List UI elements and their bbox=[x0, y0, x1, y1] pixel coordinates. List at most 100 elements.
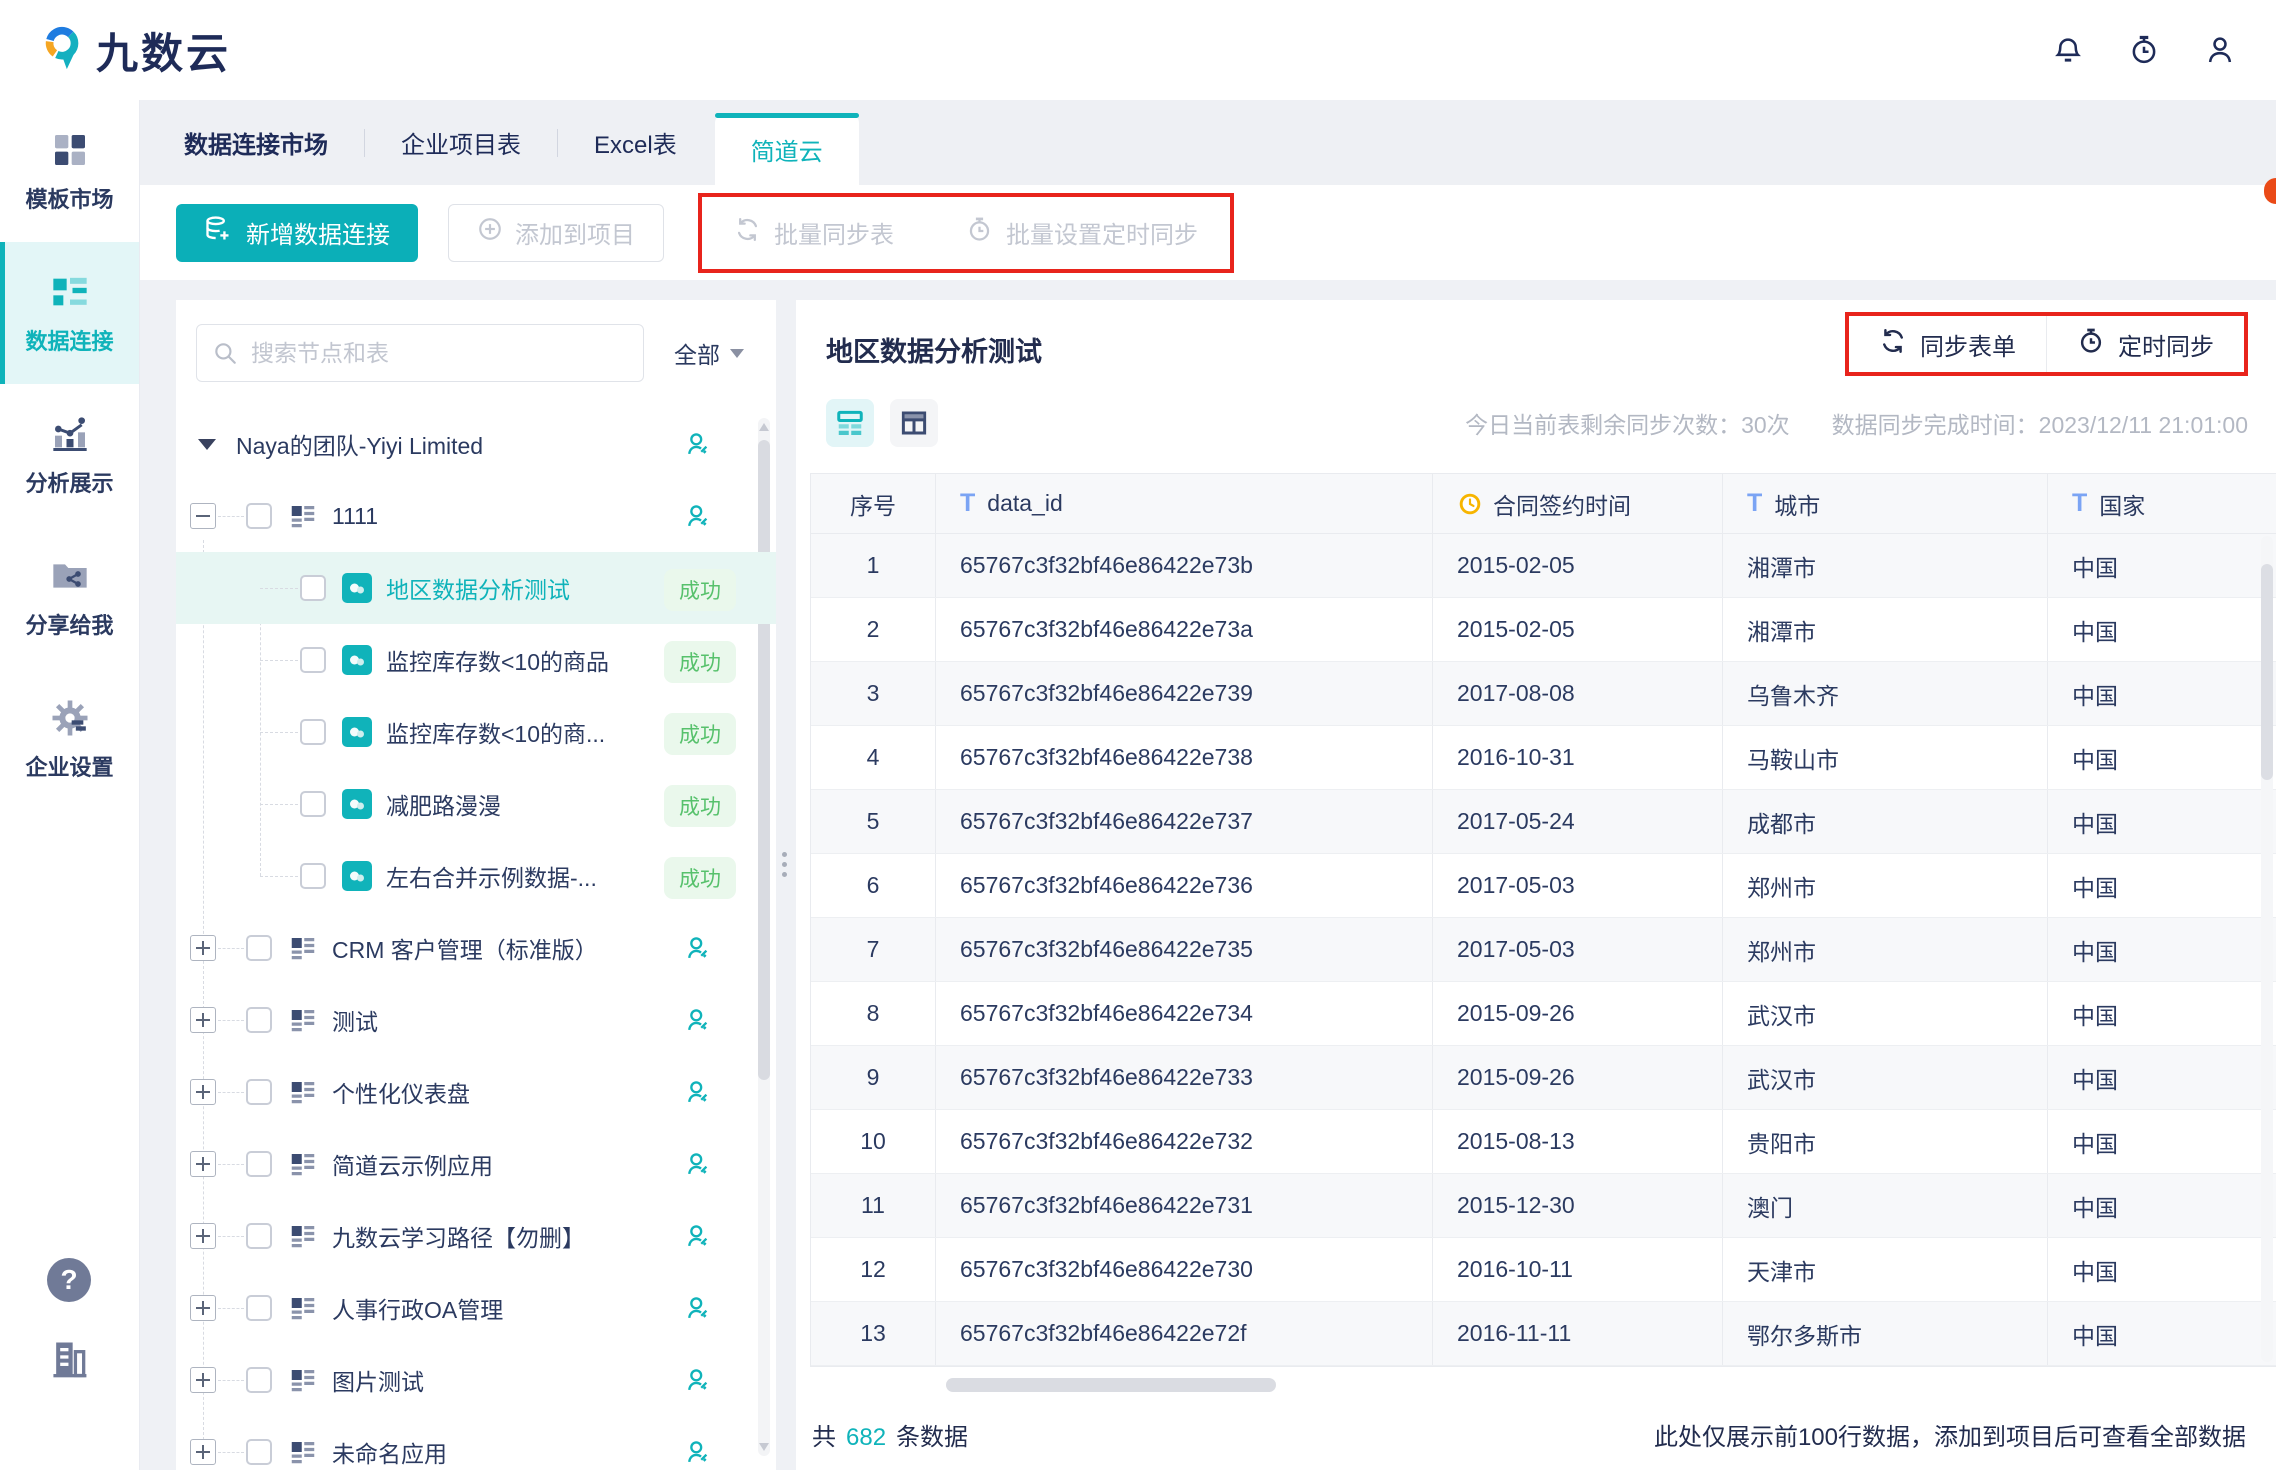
notification-bell-icon[interactable] bbox=[2052, 34, 2084, 66]
batch-sync-table-button[interactable]: 批量同步表 bbox=[734, 215, 894, 250]
form-view-toggle[interactable] bbox=[826, 399, 874, 447]
tree-node-app[interactable]: 九数云学习路径【勿删】 bbox=[176, 1200, 776, 1272]
tree-node-app[interactable]: 人事行政OA管理 bbox=[176, 1272, 776, 1344]
horizontal-scrollbar-thumb[interactable] bbox=[946, 1378, 1276, 1392]
caret-down-icon[interactable] bbox=[198, 439, 216, 450]
cell-city: 贵阳市 bbox=[1723, 1110, 2048, 1173]
node-checkbox[interactable] bbox=[300, 647, 326, 673]
organization-button[interactable] bbox=[0, 1337, 138, 1386]
collapse-minus-icon[interactable] bbox=[190, 503, 216, 529]
node-checkbox[interactable] bbox=[300, 863, 326, 889]
node-checkbox[interactable] bbox=[246, 1439, 272, 1465]
tree-node-form[interactable]: 减肥路漫漫 成功 bbox=[176, 768, 776, 840]
column-header-city[interactable]: T城市 bbox=[1723, 474, 2048, 533]
tree-node-form-selected[interactable]: 地区数据分析测试 成功 bbox=[176, 552, 776, 624]
node-checkbox[interactable] bbox=[246, 1007, 272, 1033]
cell-data-id: 65767c3f32bf46e86422e733 bbox=[936, 1046, 1433, 1109]
tree-node-form[interactable]: 监控库存数<10的商品 成功 bbox=[176, 624, 776, 696]
node-checkbox[interactable] bbox=[246, 1151, 272, 1177]
expand-plus-icon[interactable] bbox=[190, 1151, 216, 1177]
cell-city: 湘潭市 bbox=[1723, 534, 2048, 597]
cell-data-id: 65767c3f32bf46e86422e732 bbox=[936, 1110, 1433, 1173]
expand-plus-icon[interactable] bbox=[190, 1007, 216, 1033]
sync-form-label: 同步表单 bbox=[1920, 327, 2016, 362]
table-view-toggle[interactable] bbox=[890, 399, 938, 447]
tree-node-form[interactable]: 左右合并示例数据-... 成功 bbox=[176, 840, 776, 912]
tab-excel-table[interactable]: Excel表 bbox=[586, 125, 685, 160]
tree-node-app[interactable]: 简道云示例应用 bbox=[176, 1128, 776, 1200]
text-field-icon: T bbox=[1747, 489, 1762, 518]
permission-key-icon[interactable] bbox=[684, 1366, 712, 1394]
cell-country: 中国 bbox=[2048, 1046, 2276, 1109]
user-account-icon[interactable] bbox=[2204, 34, 2236, 66]
column-header-country[interactable]: T国家 bbox=[2048, 474, 2276, 533]
tree-node-app[interactable]: 个性化仪表盘 bbox=[176, 1056, 776, 1128]
filter-dropdown[interactable]: 全部 bbox=[674, 336, 758, 370]
column-header-contract-date[interactable]: 合同签约时间 bbox=[1433, 474, 1723, 533]
node-checkbox[interactable] bbox=[300, 719, 326, 745]
node-checkbox[interactable] bbox=[246, 1295, 272, 1321]
sidebar-item-data-connection[interactable]: 数据连接 bbox=[0, 242, 139, 384]
cell-index: 2 bbox=[811, 598, 936, 661]
permission-key-icon[interactable] bbox=[684, 502, 712, 530]
permission-key-icon[interactable] bbox=[684, 430, 712, 458]
sync-form-button[interactable]: 同步表单 bbox=[1849, 316, 2046, 372]
tree-node-app[interactable]: 图片测试 bbox=[176, 1344, 776, 1416]
tree-node-label: Naya的团队-Yiyi Limited bbox=[236, 427, 483, 461]
data-table: 序号 Tdata_id 合同签约时间 T城市 T国家 1 65767c3f32b… bbox=[810, 473, 2276, 1367]
tree-node-app[interactable]: 未命名应用 bbox=[176, 1416, 776, 1470]
expand-plus-icon[interactable] bbox=[190, 935, 216, 961]
batch-schedule-sync-button[interactable]: 批量设置定时同步 bbox=[966, 215, 1198, 250]
permission-key-icon[interactable] bbox=[684, 1222, 712, 1250]
expand-plus-icon[interactable] bbox=[190, 1367, 216, 1393]
column-header-index[interactable]: 序号 bbox=[811, 474, 936, 533]
tree-node-label: 个性化仪表盘 bbox=[332, 1075, 470, 1109]
vertical-scrollbar-thumb[interactable] bbox=[2261, 564, 2273, 780]
brand-logo[interactable]: 九数云 bbox=[40, 20, 231, 81]
add-to-project-button[interactable]: 添加到项目 bbox=[448, 204, 664, 262]
tree-node-app[interactable]: 测试 bbox=[176, 984, 776, 1056]
tab-enterprise-project-table[interactable]: 企业项目表 bbox=[393, 125, 529, 160]
cell-city: 乌鲁木齐 bbox=[1723, 662, 2048, 725]
tab-jiandaoyun[interactable]: 简道云 bbox=[715, 113, 859, 185]
status-badge: 成功 bbox=[664, 641, 736, 683]
cell-country: 中国 bbox=[2048, 598, 2276, 661]
help-button[interactable]: ? bbox=[0, 1258, 138, 1302]
node-checkbox[interactable] bbox=[246, 1367, 272, 1393]
permission-key-icon[interactable] bbox=[684, 934, 712, 962]
sync-history-timer-icon[interactable] bbox=[2128, 34, 2160, 66]
cell-contract-date: 2017-05-24 bbox=[1433, 790, 1723, 853]
sidebar-item-shared-with-me[interactable]: 分享给我 bbox=[0, 526, 139, 668]
expand-plus-icon[interactable] bbox=[190, 1439, 216, 1465]
sidebar-item-analysis-display[interactable]: 分析展示 bbox=[0, 384, 139, 526]
node-checkbox[interactable] bbox=[246, 1223, 272, 1249]
node-checkbox[interactable] bbox=[246, 935, 272, 961]
node-checkbox[interactable] bbox=[246, 503, 272, 529]
sidebar-item-enterprise-settings[interactable]: 企业设置 bbox=[0, 668, 139, 810]
permission-key-icon[interactable] bbox=[684, 1150, 712, 1178]
node-checkbox[interactable] bbox=[300, 575, 326, 601]
permission-key-icon[interactable] bbox=[684, 1294, 712, 1322]
new-data-connection-button[interactable]: 新增数据连接 bbox=[176, 204, 418, 262]
expand-plus-icon[interactable] bbox=[190, 1223, 216, 1249]
tree-node-app-1111[interactable]: 1111 bbox=[176, 480, 776, 552]
tab-data-connection-market[interactable]: 数据连接市场 bbox=[176, 125, 336, 160]
node-checkbox[interactable] bbox=[246, 1079, 272, 1105]
permission-key-icon[interactable] bbox=[684, 1078, 712, 1106]
panel-resize-handle[interactable] bbox=[782, 852, 787, 877]
expand-plus-icon[interactable] bbox=[190, 1079, 216, 1105]
tree-node-app[interactable]: CRM 客户管理（标准版） bbox=[176, 912, 776, 984]
sidebar-item-template-market[interactable]: 模板市场 bbox=[0, 100, 139, 242]
permission-key-icon[interactable] bbox=[684, 1438, 712, 1466]
node-checkbox[interactable] bbox=[300, 791, 326, 817]
table-row: 4 65767c3f32bf46e86422e738 2016-10-31 马鞍… bbox=[811, 726, 2276, 790]
tree-node-form[interactable]: 监控库存数<10的商... 成功 bbox=[176, 696, 776, 768]
column-header-data-id[interactable]: Tdata_id bbox=[936, 474, 1433, 533]
tree-node-team[interactable]: Naya的团队-Yiyi Limited bbox=[176, 408, 776, 480]
expand-plus-icon[interactable] bbox=[190, 1295, 216, 1321]
remaining-sync-count: 今日当前表剩余同步次数：30次 bbox=[1465, 406, 1790, 440]
permission-key-icon[interactable] bbox=[684, 1006, 712, 1034]
scheduled-sync-button[interactable]: 定时同步 bbox=[2046, 316, 2244, 372]
search-input[interactable] bbox=[196, 324, 644, 382]
cell-data-id: 65767c3f32bf46e86422e734 bbox=[936, 982, 1433, 1045]
